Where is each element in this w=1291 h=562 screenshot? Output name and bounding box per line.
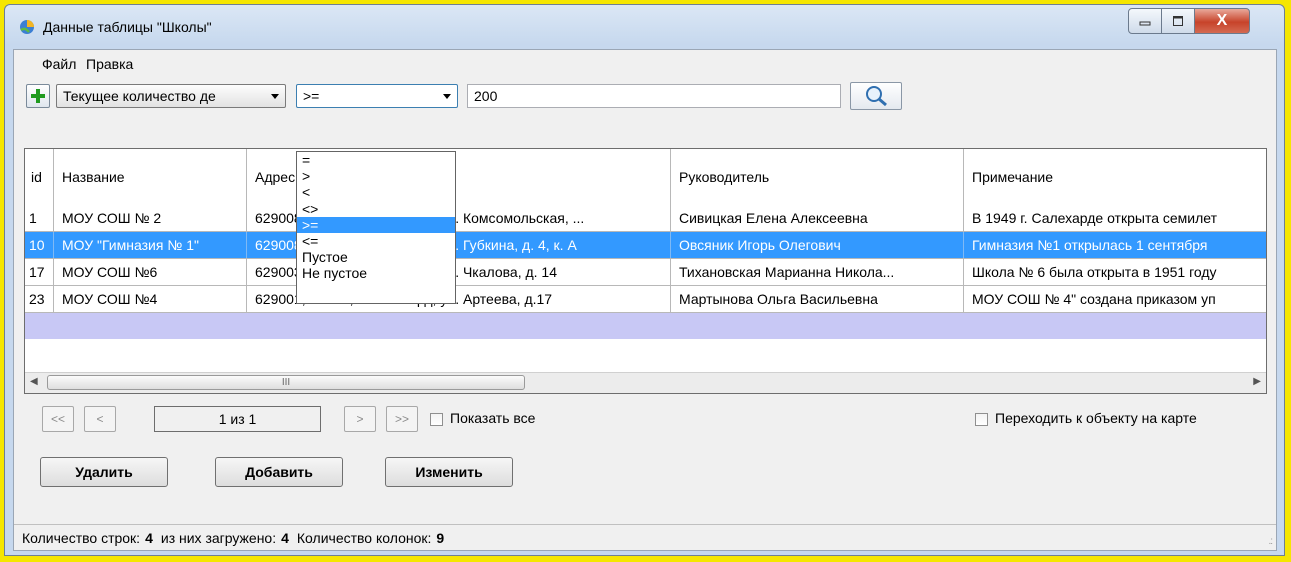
filter-value-input[interactable] xyxy=(467,84,841,108)
cell-note: Гимназия №1 открылась 1 сентября xyxy=(972,237,1208,253)
cell-id: 1 xyxy=(25,205,54,231)
operator-option[interactable]: = xyxy=(297,152,455,168)
close-icon: X xyxy=(1216,12,1228,29)
chevron-down-icon xyxy=(271,94,279,99)
chevron-down-icon xyxy=(443,94,451,99)
table-data-window: Данные таблицы "Школы" X Файл Правка Тек… xyxy=(4,4,1285,556)
app-globe-icon xyxy=(20,20,34,34)
column-header-head[interactable]: Руководитель xyxy=(671,149,964,205)
minimize-icon xyxy=(1139,21,1151,26)
menu-bar: Файл Правка xyxy=(14,50,1276,76)
cell-head: Сивицкая Елена Алексеевна xyxy=(671,205,964,231)
cell-name: МОУ СОШ № 2 xyxy=(54,205,247,231)
loaded-count-value: 4 xyxy=(281,529,289,546)
scrollbar-thumb[interactable]: III xyxy=(47,375,525,390)
table-header: id Название Адрес Руководитель Примечани… xyxy=(25,149,1266,206)
column-header-note[interactable]: Примечание xyxy=(964,149,1266,205)
filter-toolbar: Текущее количество де >= xyxy=(14,80,1276,110)
loaded-count-label: из них загружено: xyxy=(160,529,277,546)
scrollbar-grip: III xyxy=(281,377,291,388)
cell-name: МОУ "Гимназия № 1" xyxy=(54,232,247,258)
first-page-button[interactable]: << xyxy=(42,406,74,432)
resize-grip-icon[interactable]: .: xyxy=(1268,536,1272,547)
columns-count-value: 9 xyxy=(436,529,445,546)
table-row[interactable]: 1 МОУ СОШ № 2 629008, ЯНАО, г. Салехард,… xyxy=(25,205,1266,232)
new-row-placeholder[interactable] xyxy=(25,313,1266,339)
show-all-label[interactable]: Показать все xyxy=(450,410,535,426)
maximize-button[interactable] xyxy=(1161,8,1195,34)
delete-button[interactable]: Удалить xyxy=(40,457,168,487)
pagination-bar: << < 1 из 1 > >> Показать все Переходить… xyxy=(14,402,1276,436)
table-row-selected[interactable]: 10 МОУ "Гимназия № 1" 629008, ЯНАО, г. С… xyxy=(25,232,1266,259)
column-header-name[interactable]: Название xyxy=(54,149,247,205)
operator-option[interactable]: > xyxy=(297,168,455,184)
operator-option-selected[interactable]: >= xyxy=(297,216,455,233)
cell-id: 17 xyxy=(25,259,54,285)
page-indicator: 1 из 1 xyxy=(154,406,321,432)
rows-count-value: 4 xyxy=(145,529,153,546)
columns-count-label: Количество колонок: xyxy=(296,529,432,546)
maximize-icon xyxy=(1173,16,1183,26)
field-select-value: Текущее количество де xyxy=(63,88,216,104)
scroll-right-icon[interactable]: ▶ xyxy=(1253,376,1261,387)
cell-head: Тихановская Марианна Никола... xyxy=(671,259,964,285)
add-filter-button[interactable] xyxy=(26,84,50,108)
operator-select-value: >= xyxy=(303,88,320,104)
operator-dropdown-list: = > < <> >= <= Пустое Не пустое xyxy=(296,151,456,304)
menu-file[interactable]: Файл xyxy=(42,56,76,72)
table-row[interactable]: 23 МОУ СОШ №4 629001, ЯНАО, г. Салехард,… xyxy=(25,286,1266,313)
cell-head: Овсяник Игорь Олегович xyxy=(671,232,964,258)
cell-id: 23 xyxy=(25,286,54,312)
operator-option[interactable]: Не пустое xyxy=(297,265,455,281)
horizontal-scrollbar[interactable]: ◀ III ▶ xyxy=(25,372,1266,393)
table-row[interactable]: 17 МОУ СОШ №6 629003, ЯНАО, г. Салехард,… xyxy=(25,259,1266,286)
schools-table: id Название Адрес Руководитель Примечани… xyxy=(24,148,1267,394)
next-page-button[interactable]: > xyxy=(344,406,376,432)
cell-id: 10 xyxy=(25,232,54,258)
menu-edit[interactable]: Правка xyxy=(86,56,133,72)
column-header-id[interactable]: id xyxy=(25,149,54,205)
show-all-checkbox[interactable] xyxy=(430,413,443,426)
cell-name: МОУ СОШ №4 xyxy=(54,286,247,312)
search-icon xyxy=(866,86,887,107)
minimize-button[interactable] xyxy=(1128,8,1162,34)
cell-note: Школа № 6 была открыта в 1951 году xyxy=(972,264,1217,280)
operator-option[interactable]: < xyxy=(297,184,455,200)
status-bar: Количество строк: 4 из них загружено: 4 … xyxy=(14,524,1276,550)
cell-head: Мартынова Ольга Васильевна xyxy=(671,286,964,312)
cell-name: МОУ СОШ №6 xyxy=(54,259,247,285)
window-title: Данные таблицы "Школы" xyxy=(43,19,212,35)
add-button[interactable]: Добавить xyxy=(215,457,343,487)
scroll-left-icon[interactable]: ◀ xyxy=(30,376,38,387)
operator-option[interactable]: Пустое xyxy=(297,249,455,265)
operator-select[interactable]: >= xyxy=(296,84,458,108)
close-button[interactable]: X xyxy=(1194,8,1250,34)
title-bar[interactable]: Данные таблицы "Школы" X xyxy=(5,5,1284,49)
goto-map-label[interactable]: Переходить к объекту на карте xyxy=(995,410,1197,426)
rows-count-label: Количество строк: xyxy=(22,529,141,546)
cell-note: В 1949 г. Салехарде открыта семилет xyxy=(972,210,1218,226)
prev-page-button[interactable]: < xyxy=(84,406,116,432)
edit-button[interactable]: Изменить xyxy=(385,457,513,487)
cell-note: МОУ СОШ № 4" создана приказом уп xyxy=(972,291,1216,307)
plus-icon xyxy=(31,89,45,103)
search-button[interactable] xyxy=(850,82,902,110)
window-client-area: Файл Правка Текущее количество де >= 200… xyxy=(13,49,1277,551)
operator-option[interactable]: <= xyxy=(297,233,455,249)
last-page-button[interactable]: >> xyxy=(386,406,418,432)
operator-option[interactable]: <> xyxy=(297,201,455,217)
field-select[interactable]: Текущее количество де xyxy=(56,84,286,108)
goto-map-checkbox[interactable] xyxy=(975,413,988,426)
